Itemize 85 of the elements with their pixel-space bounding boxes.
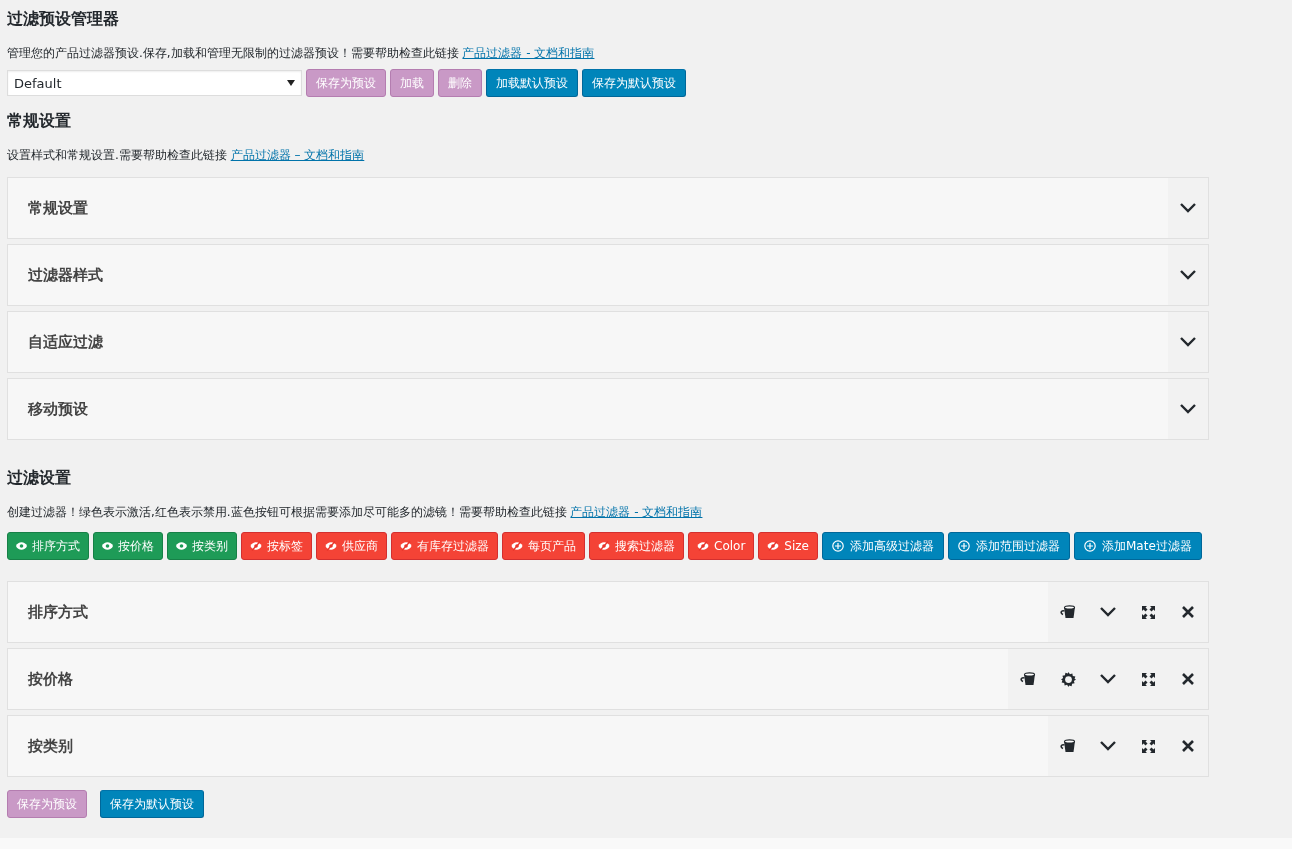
eye-slash-icon	[598, 541, 610, 551]
filter-toggle-button[interactable]: 添加范围过滤器	[948, 532, 1070, 560]
description-text: 设置样式和常规设置.需要帮助检查此链接	[7, 148, 227, 162]
filter-toggle-button[interactable]: 每页产品	[502, 532, 585, 560]
settings-panel[interactable]: 自适应过滤	[7, 311, 1209, 373]
arrows-out-icon	[1141, 739, 1155, 753]
chevron-icon	[1100, 607, 1116, 617]
panel-title: 按价格	[27, 669, 73, 689]
preset-button[interactable]: 加载	[390, 69, 434, 97]
filter-panel[interactable]: 排序方式	[7, 581, 1209, 643]
footer-button[interactable]: 保存为默认预设	[100, 790, 204, 818]
docs-link[interactable]: 产品过滤器 – 文档和指南	[230, 148, 365, 162]
panel-title: 自适应过滤	[27, 332, 103, 352]
cup-icon	[1060, 605, 1076, 619]
close-button[interactable]	[1168, 582, 1208, 642]
preset-button[interactable]: 加载默认预设	[486, 69, 578, 97]
panel-title: 常规设置	[27, 198, 88, 218]
eye-icon	[16, 542, 27, 550]
settings-panel[interactable]: 移动预设	[7, 378, 1209, 440]
close-icon	[1182, 606, 1194, 618]
docs-link[interactable]: 产品过滤器 - 文档和指南	[570, 505, 703, 519]
close-button[interactable]	[1168, 649, 1208, 709]
filter-toggle-button[interactable]: 添加高级过滤器	[822, 532, 944, 560]
filter-toggle-button[interactable]: 按类别	[167, 532, 237, 560]
plus-circle-icon	[958, 540, 970, 552]
preset-button[interactable]: 保存为默认预设	[582, 69, 686, 97]
filter-panel[interactable]: 按价格	[7, 648, 1209, 710]
close-icon	[1182, 673, 1194, 685]
preset-select[interactable]: Default	[7, 70, 302, 96]
dropdown-arrow-icon	[287, 80, 295, 86]
preset-button[interactable]: 保存为预设	[306, 69, 386, 97]
chevron-icon	[1180, 337, 1196, 347]
settings-icon	[1060, 671, 1076, 687]
plus-circle-icon	[832, 540, 844, 552]
eye-slash-icon	[400, 541, 412, 551]
docs-link[interactable]: 产品过滤器 - 文档和指南	[462, 46, 595, 60]
filter-toggle-button[interactable]: Size	[758, 532, 818, 560]
duplicate-button[interactable]	[1048, 716, 1088, 776]
section-title: 过滤预设管理器	[7, 8, 119, 29]
expand-toggle[interactable]	[1168, 245, 1208, 305]
chevron-icon	[1180, 270, 1196, 280]
eye-slash-icon	[325, 541, 337, 551]
arrows-out-icon	[1141, 605, 1155, 619]
eye-slash-icon	[511, 541, 523, 551]
filter-toggle-button[interactable]: 按标签	[241, 532, 312, 560]
eye-slash-icon	[767, 541, 780, 551]
section-title: 过滤设置	[7, 467, 71, 488]
close-icon	[1182, 740, 1194, 752]
panel-title: 过滤器样式	[27, 265, 103, 285]
arrows-out-icon	[1141, 672, 1155, 686]
close-button[interactable]	[1168, 716, 1208, 776]
expand-toggle[interactable]	[1168, 379, 1208, 439]
panel-title: 排序方式	[27, 602, 88, 622]
panel-title: 移动预设	[26, 399, 88, 419]
preset-button[interactable]: 删除	[438, 69, 482, 97]
settings-panel[interactable]: 过滤器样式	[7, 244, 1209, 306]
chevron-icon	[1100, 741, 1116, 751]
plus-circle-icon	[1084, 540, 1096, 552]
filter-toggle-button[interactable]: 供应商	[316, 532, 387, 560]
cup-icon	[1060, 739, 1076, 753]
eye-slash-icon	[697, 541, 709, 551]
settings-panel[interactable]: 常规设置	[7, 177, 1209, 239]
filter-toggle-button[interactable]: 按价格	[93, 532, 163, 560]
filter-toggle-button[interactable]: 有库存过滤器	[391, 532, 498, 560]
filter-panel[interactable]: 按类别	[7, 715, 1209, 777]
eye-icon	[102, 542, 113, 550]
duplicate-button[interactable]	[1048, 582, 1088, 642]
chevron-icon	[1100, 674, 1116, 684]
eye-slash-icon	[250, 541, 262, 551]
expand-toggle[interactable]	[1168, 178, 1208, 238]
description-text: 创建过滤器！绿色表示激活,红色表示禁用.蓝色按钮可根据需要添加尽可能多的滤镜！需要帮助检查此链接	[7, 505, 567, 519]
filter-toggle-button[interactable]: Color	[688, 532, 755, 560]
chevron-icon	[1180, 203, 1196, 213]
chevron-icon	[1180, 404, 1196, 414]
section-title: 常规设置	[7, 110, 71, 131]
cup-icon	[1020, 672, 1036, 686]
filter-toggle-button[interactable]: 搜索过滤器	[589, 532, 684, 560]
panel-title: 按类别	[27, 736, 73, 756]
filter-toggle-button[interactable]: 添加Mate过滤器	[1074, 532, 1202, 560]
duplicate-button[interactable]	[1008, 649, 1048, 709]
eye-icon	[176, 542, 187, 550]
expand-toggle[interactable]	[1168, 312, 1208, 372]
footer-button[interactable]: 保存为预设	[7, 790, 87, 818]
filter-toggle-button[interactable]: 排序方式	[7, 532, 89, 560]
description-text: 管理您的产品过滤器预设.保存,加载和管理无限制的过滤器预设！需要帮助检查此链接	[7, 46, 459, 60]
